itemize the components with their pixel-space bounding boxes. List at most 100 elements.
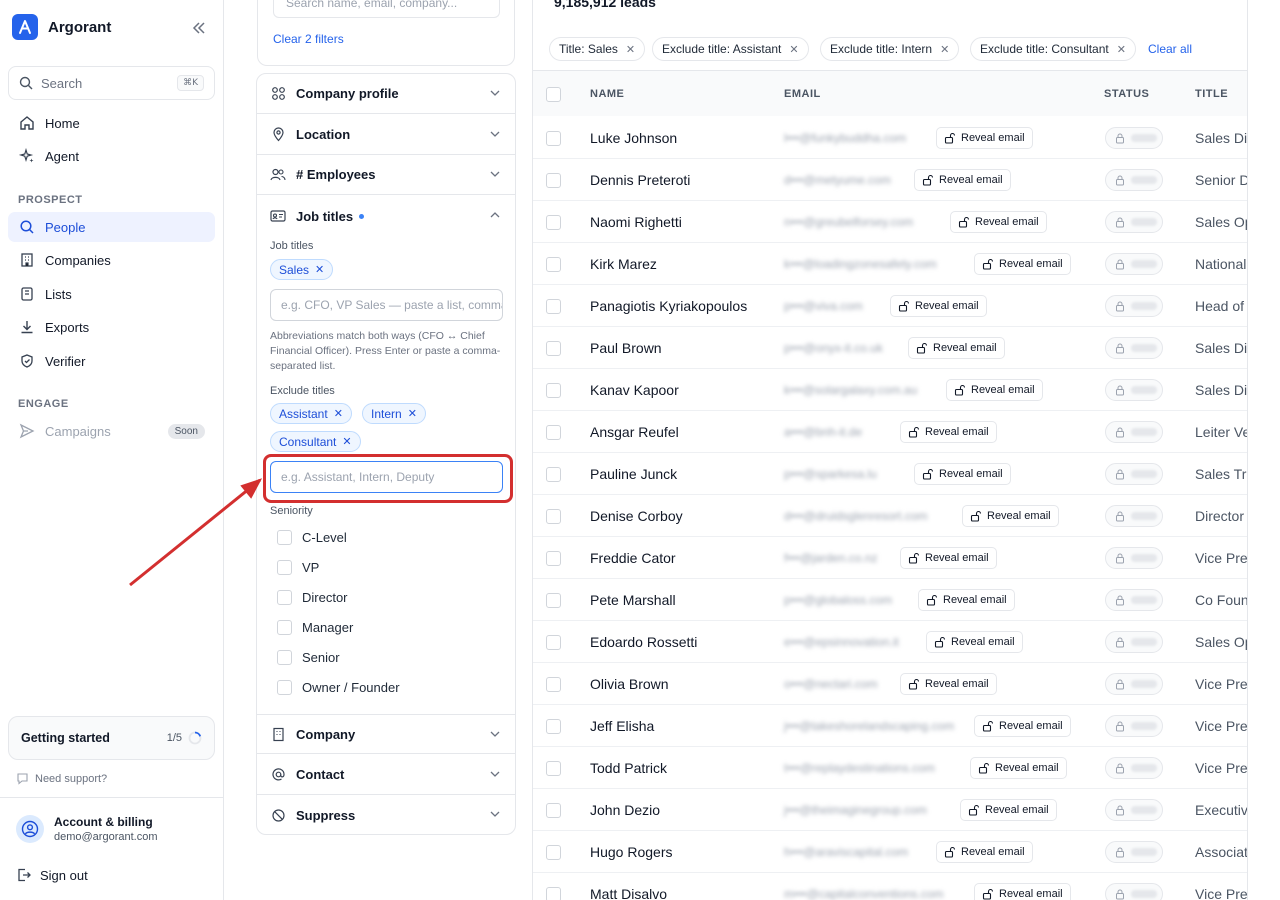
lead-name[interactable]: Pauline Junck — [590, 466, 677, 482]
row-checkbox[interactable] — [546, 803, 561, 818]
active-filter-pill[interactable]: Exclude title: Assistant ✕ — [652, 37, 809, 61]
table-row[interactable]: Panagiotis Kyriakopoulos p•••@viva.com Rev… — [533, 285, 1247, 327]
table-row[interactable]: Freddie Cator f•••@jarden.co.nz Reveal ema… — [533, 537, 1247, 579]
nav-companies[interactable]: Companies — [8, 245, 215, 275]
filter-suppress[interactable]: Suppress — [257, 795, 515, 834]
select-all-checkbox[interactable] — [546, 87, 561, 102]
row-checkbox[interactable] — [546, 845, 561, 860]
table-row[interactable]: Edoardo Rossetti e•••@epsinnovation.it Rev… — [533, 621, 1247, 663]
row-checkbox[interactable] — [546, 299, 561, 314]
filter-location[interactable]: Location — [257, 115, 515, 155]
sign-out-button[interactable]: Sign out — [16, 867, 88, 883]
table-row[interactable]: Ansgar Reufel a•••@bnh-it.de Reveal email L… — [533, 411, 1247, 453]
row-checkbox[interactable] — [546, 719, 561, 734]
active-filter-pill[interactable]: Title: Sales ✕ — [549, 37, 646, 61]
table-row[interactable]: Pauline Junck p•••@sparkesa.lu Reveal emai… — [533, 453, 1247, 495]
row-checkbox[interactable] — [546, 551, 561, 566]
lead-name[interactable]: Luke Johnson — [590, 130, 677, 146]
row-checkbox[interactable] — [546, 131, 561, 146]
reveal-email-button[interactable]: Reveal email — [974, 253, 1071, 275]
filter-contact[interactable]: Contact — [257, 755, 515, 795]
table-row[interactable]: Luke Johnson l•••@funkybuddha.com Reveal e… — [533, 117, 1247, 159]
lead-name[interactable]: Naomi Righetti — [590, 214, 682, 230]
reveal-email-button[interactable]: Reveal email — [914, 463, 1011, 485]
lead-name[interactable]: Pete Marshall — [590, 592, 676, 608]
remove-filter-icon[interactable]: ✕ — [626, 43, 635, 56]
reveal-email-button[interactable]: Reveal email — [890, 295, 987, 317]
lead-name[interactable]: Olivia Brown — [590, 676, 669, 692]
lead-name[interactable]: Freddie Cator — [590, 550, 676, 566]
nav-campaigns[interactable]: Campaigns Soon — [8, 416, 215, 446]
row-checkbox[interactable] — [546, 509, 561, 524]
table-row[interactable]: Hugo Rogers h•••@araviscapital.com Reveal … — [533, 831, 1247, 873]
job-title-chip[interactable]: Sales ✕ — [270, 259, 334, 280]
table-row[interactable]: Olivia Brown o•••@nectari.com Reveal email… — [533, 663, 1247, 705]
seniority-option[interactable]: Manager — [277, 620, 353, 635]
lead-name[interactable]: Dennis Preteroti — [590, 172, 690, 188]
reveal-email-button[interactable]: Reveal email — [900, 673, 997, 695]
column-header-name[interactable]: NAME — [590, 88, 624, 100]
row-checkbox[interactable] — [546, 173, 561, 188]
remove-chip-icon[interactable]: ✕ — [315, 263, 324, 276]
lead-name[interactable]: Denise Corboy — [590, 508, 683, 524]
reveal-email-button[interactable]: Reveal email — [974, 883, 1071, 900]
row-checkbox[interactable] — [546, 215, 561, 230]
sidebar-search[interactable]: Search ⌘K — [8, 66, 215, 100]
row-checkbox[interactable] — [546, 425, 561, 440]
table-row[interactable]: Jeff Elisha j•••@takeshorelandscaping.com… — [533, 705, 1247, 747]
column-header-title[interactable]: TITLE — [1195, 88, 1228, 100]
lead-name[interactable]: Matt Disalvo — [590, 886, 667, 900]
lead-name[interactable]: Kirk Marez — [590, 256, 657, 272]
checkbox[interactable] — [277, 620, 292, 635]
row-checkbox[interactable] — [546, 593, 561, 608]
reveal-email-button[interactable]: Reveal email — [908, 337, 1005, 359]
table-row[interactable]: Kanav Kapoor k•••@solargalaxy.com.au Revea… — [533, 369, 1247, 411]
job-titles-input[interactable]: e.g. CFO, VP Sales — paste a list, comma… — [270, 289, 503, 321]
seniority-option[interactable]: Director — [277, 590, 348, 605]
row-checkbox[interactable] — [546, 467, 561, 482]
checkbox[interactable] — [277, 650, 292, 665]
nav-lists[interactable]: Lists — [8, 279, 215, 309]
table-row[interactable]: Matt Disalvo m•••@capitalconventions.com R… — [533, 873, 1247, 900]
reveal-email-button[interactable]: Reveal email — [936, 127, 1033, 149]
column-header-status[interactable]: STATUS — [1104, 88, 1149, 100]
remove-filter-icon[interactable]: ✕ — [940, 43, 949, 56]
lead-name[interactable]: Todd Patrick — [590, 760, 667, 776]
reveal-email-button[interactable]: Reveal email — [970, 757, 1067, 779]
row-checkbox[interactable] — [546, 887, 561, 900]
seniority-option[interactable]: Senior — [277, 650, 340, 665]
row-checkbox[interactable] — [546, 761, 561, 776]
need-support-link[interactable]: Need support? — [16, 772, 107, 785]
row-checkbox[interactable] — [546, 677, 561, 692]
nav-exports[interactable]: Exports — [8, 312, 215, 342]
getting-started-card[interactable]: Getting started 1/5 — [8, 716, 215, 760]
reveal-email-button[interactable]: Reveal email — [900, 547, 997, 569]
exclude-chip-intern[interactable]: Intern ✕ — [362, 403, 426, 424]
lead-name[interactable]: Panagiotis Kyriakopoulos — [590, 298, 747, 314]
seniority-option[interactable]: Owner / Founder — [277, 680, 400, 695]
row-checkbox[interactable] — [546, 341, 561, 356]
reveal-email-button[interactable]: Reveal email — [946, 379, 1043, 401]
active-filter-pill[interactable]: Exclude title: Intern ✕ — [820, 37, 960, 61]
filter-company-profile[interactable]: Company profile — [257, 74, 515, 114]
table-row[interactable]: Kirk Marez k•••@loadingzonesafety.com Reve… — [533, 243, 1247, 285]
lead-name[interactable]: Paul Brown — [590, 340, 662, 356]
reveal-email-button[interactable]: Reveal email — [936, 841, 1033, 863]
reveal-email-button[interactable]: Reveal email — [914, 169, 1011, 191]
lead-name[interactable]: Kanav Kapoor — [590, 382, 679, 398]
clear-filters-link[interactable]: Clear 2 filters — [273, 32, 344, 46]
exclude-chip-assistant[interactable]: Assistant ✕ — [270, 403, 352, 424]
remove-chip-icon[interactable]: ✕ — [342, 435, 351, 448]
reveal-email-button[interactable]: Reveal email — [974, 715, 1071, 737]
exclude-chip-consultant[interactable]: Consultant ✕ — [270, 431, 361, 452]
row-checkbox[interactable] — [546, 257, 561, 272]
lead-name[interactable]: Edoardo Rossetti — [590, 634, 697, 650]
table-row[interactable]: John Dezio j•••@theimaginegroup.com Reveal… — [533, 789, 1247, 831]
filter-employees[interactable]: # Employees — [257, 155, 515, 195]
filter-company[interactable]: Company — [257, 714, 515, 754]
collapse-sidebar-icon[interactable] — [190, 19, 208, 37]
nav-home[interactable]: Home — [8, 108, 215, 138]
remove-chip-icon[interactable]: ✕ — [408, 407, 417, 420]
table-row[interactable]: Pete Marshall p•••@globaloss.com Reveal em… — [533, 579, 1247, 621]
nav-agent[interactable]: Agent — [8, 141, 215, 171]
